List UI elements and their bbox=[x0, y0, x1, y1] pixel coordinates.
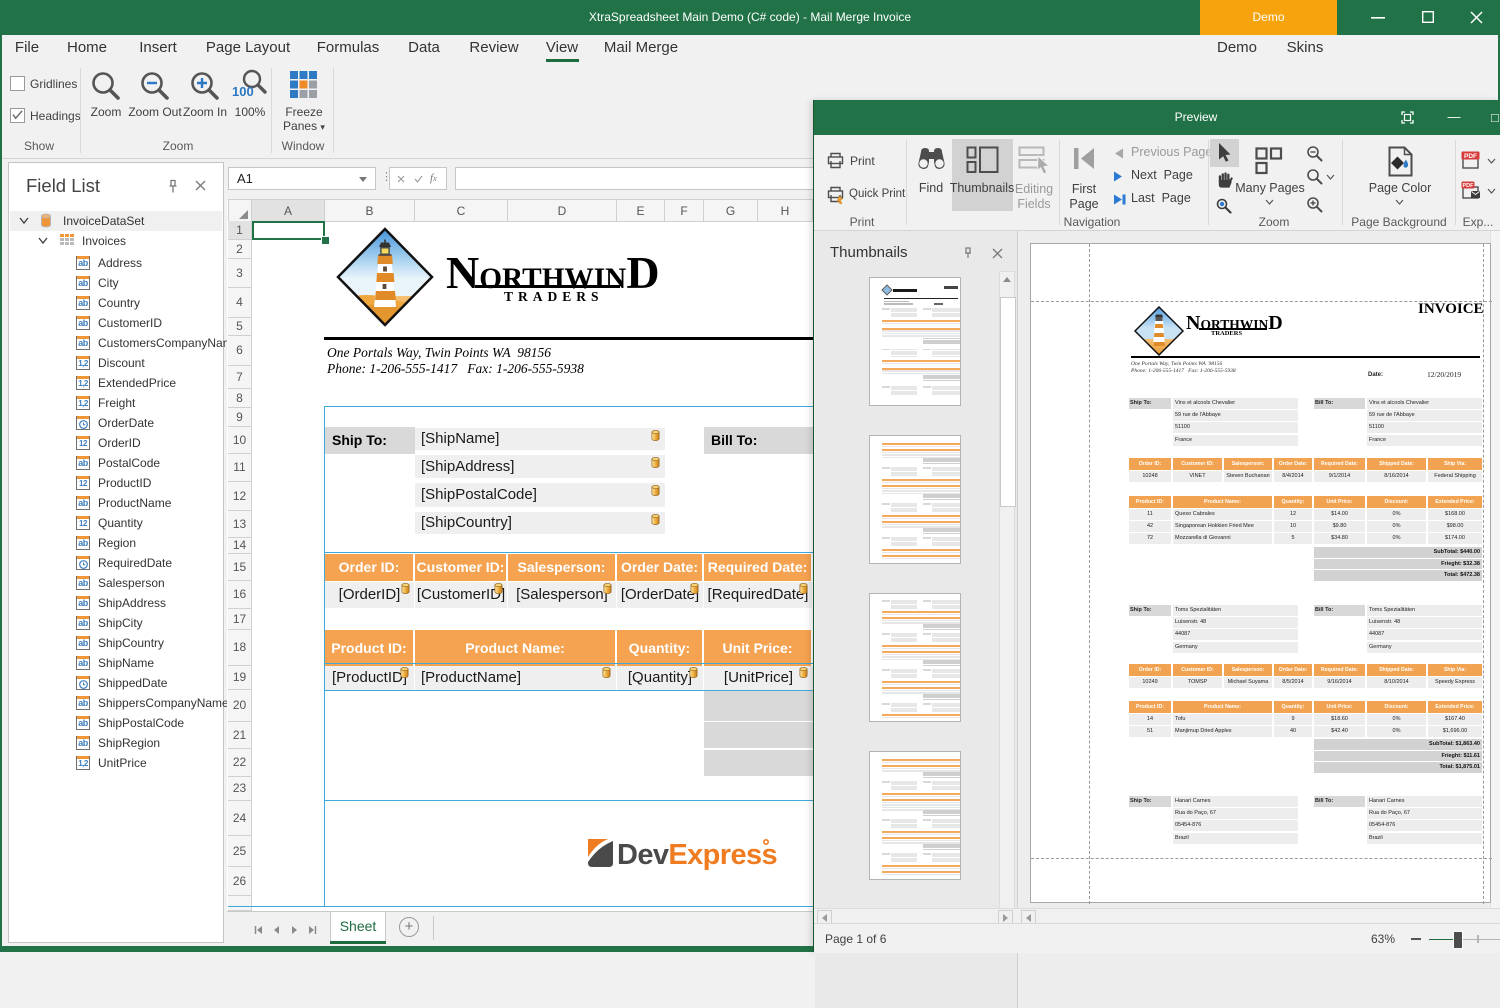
svg-text:PDF: PDF bbox=[1463, 183, 1475, 189]
svg-text:DevExpress: DevExpress bbox=[617, 839, 777, 871]
svg-text:PDF: PDF bbox=[1464, 153, 1477, 160]
